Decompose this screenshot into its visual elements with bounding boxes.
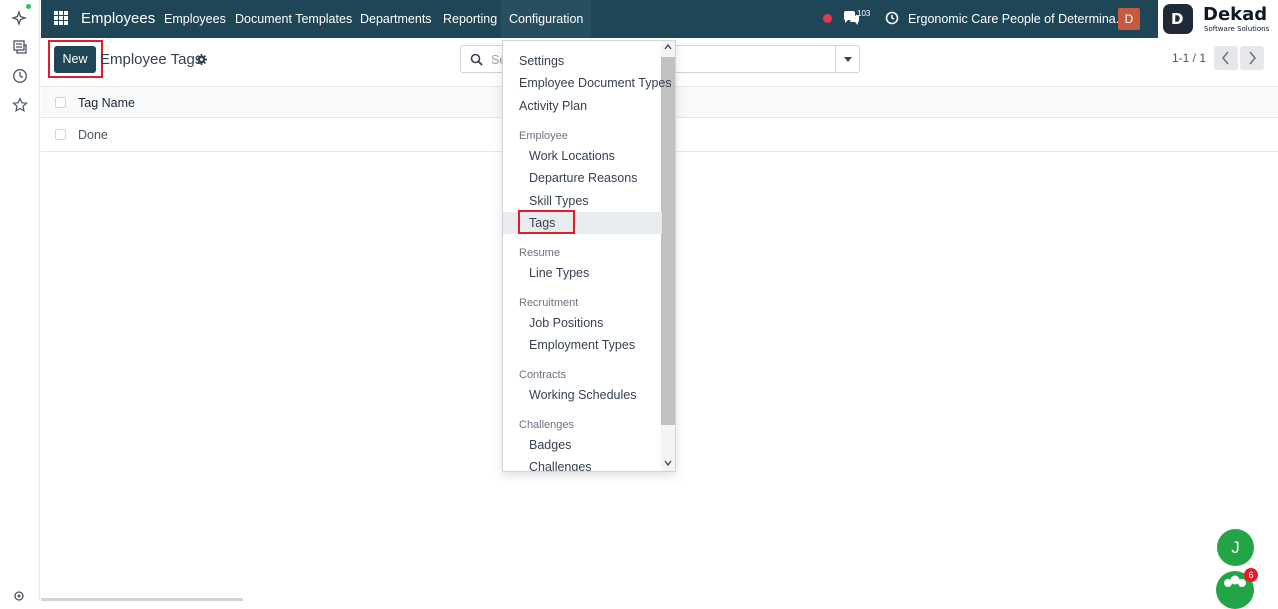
row-checkbox[interactable]: [55, 129, 66, 140]
chevron-left-icon: [1222, 51, 1229, 65]
history-icon[interactable]: [11, 67, 29, 85]
tag-name-cell: Done: [78, 128, 108, 142]
select-all-checkbox[interactable]: [55, 97, 66, 108]
chat-user-bubble[interactable]: J: [1217, 529, 1254, 566]
menu-section-header: Recruitment: [519, 297, 579, 309]
menu-section-header: Employee: [519, 130, 568, 142]
nav-employees[interactable]: Employees: [164, 12, 226, 26]
brand-tagline: Software Solutions: [1204, 25, 1270, 33]
menu-item-challenges[interactable]: Challenges: [503, 456, 662, 472]
inbox-icon[interactable]: [11, 38, 29, 56]
app-name[interactable]: Employees: [81, 10, 155, 27]
tags-highlight: [518, 210, 575, 234]
nav-configuration[interactable]: Configuration: [501, 0, 592, 38]
menu-scrollbar[interactable]: [661, 41, 675, 471]
pager-next-button[interactable]: [1240, 46, 1264, 70]
menu-section-header: Contracts: [519, 369, 567, 381]
search-icon: [470, 53, 483, 66]
menu-item-label: Work Locations: [529, 149, 615, 163]
menu-item-label: Job Positions: [529, 316, 604, 330]
page-title: Employee Tags: [100, 51, 203, 68]
menu-section-header: Resume: [519, 247, 560, 259]
clock-icon[interactable]: [885, 11, 899, 25]
menu-item-label: Skill Types: [529, 194, 589, 208]
menu-item-label: Employment Types: [529, 338, 636, 352]
menu-item-label: Employee Document Types: [519, 76, 672, 90]
pager-previous-button[interactable]: [1214, 46, 1238, 70]
nav-document-templates[interactable]: Document Templates: [235, 12, 352, 26]
top-navbar: Employees Employees Document Templates D…: [41, 0, 1278, 38]
brand-logo: D Dekad Software Solutions: [1158, 0, 1278, 38]
scroll-down-icon[interactable]: [664, 460, 672, 466]
menu-item-label: Settings: [519, 54, 565, 68]
caret-down-icon: [844, 57, 852, 66]
online-dot: [26, 4, 31, 9]
menu-item-activity-plan[interactable]: Activity Plan: [503, 95, 662, 117]
menu-item-employment-types[interactable]: Employment Types: [503, 334, 662, 356]
activity-indicator[interactable]: [823, 14, 832, 23]
message-count: 103: [857, 9, 871, 18]
menu-item-skill-types[interactable]: Skill Types: [503, 190, 662, 212]
nav-reporting[interactable]: Reporting: [443, 12, 497, 26]
menu-item-label: Challenges: [529, 460, 592, 472]
menu-item-label: Badges: [529, 438, 572, 452]
gear-icon[interactable]: [196, 54, 207, 65]
menu-item-working-schedules[interactable]: Working Schedules: [503, 384, 662, 406]
nav-departments[interactable]: Departments: [360, 12, 432, 26]
menu-item-label: Working Schedules: [529, 388, 637, 402]
user-avatar[interactable]: D: [1118, 8, 1140, 30]
menu-scroll-thumb[interactable]: [661, 57, 675, 425]
menu-item-label: Departure Reasons: [529, 171, 638, 185]
menu-item-job-positions[interactable]: Job Positions: [503, 312, 662, 334]
company-switcher[interactable]: Ergonomic Care People of Determina...: [908, 12, 1126, 26]
column-tag-name[interactable]: Tag Name: [78, 96, 135, 110]
search-options-toggle[interactable]: [835, 46, 859, 72]
star-icon[interactable]: [11, 96, 29, 114]
apps-grid-icon[interactable]: [54, 11, 68, 25]
brand-name: Dekad: [1203, 4, 1268, 25]
scroll-up-icon[interactable]: [664, 44, 672, 50]
unread-badge: 6: [1244, 568, 1258, 582]
pager-value[interactable]: 1-1 / 1: [1172, 51, 1206, 65]
menu-item-line-types[interactable]: Line Types: [503, 262, 662, 284]
menu-item-badges[interactable]: Badges: [503, 434, 662, 456]
menu-section-header: Challenges: [519, 419, 575, 431]
left-rail: [0, 0, 40, 601]
menu-item-label: Line Types: [529, 266, 590, 280]
menu-item-employee-document-types[interactable]: Employee Document Types: [503, 72, 672, 94]
chevron-right-icon: [1249, 51, 1256, 65]
configuration-menu: Settings Employee Document Types Activity …: [502, 40, 676, 472]
new-button[interactable]: New: [54, 46, 96, 73]
sparkle-icon[interactable]: [11, 9, 29, 27]
menu-item-label: Activity Plan: [519, 99, 588, 113]
menu-item-work-locations[interactable]: Work Locations: [503, 145, 662, 167]
menu-item-departure-reasons[interactable]: Departure Reasons: [503, 167, 662, 189]
menu-item-settings[interactable]: Settings: [503, 50, 662, 72]
brand-mark: D: [1163, 4, 1193, 34]
